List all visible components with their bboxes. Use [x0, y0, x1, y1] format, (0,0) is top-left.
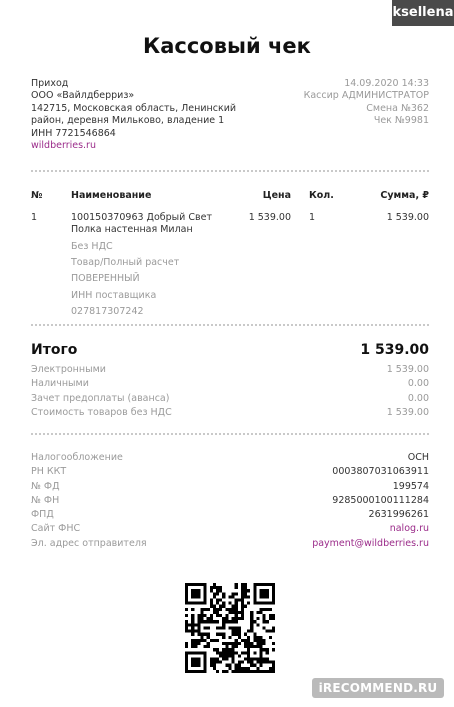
qr-code: [185, 583, 275, 673]
fiscal-info: Налогообложение ОСН РН ККТ 0003807031063…: [31, 452, 429, 552]
fns-site-link[interactable]: nalog.ru: [390, 523, 429, 534]
watermark: iRECOMMEND.RU: [312, 678, 444, 698]
fiscal-row-fns-site: Сайт ФНС nalog.ru: [31, 523, 429, 537]
company-name: ООО «Вайлдберриз»: [31, 90, 135, 102]
address-line-1: 142715, Московская область, Ленинский: [31, 102, 237, 114]
website-link[interactable]: wildberries.ru: [31, 140, 236, 152]
payment-value: 0.00: [407, 392, 429, 404]
item-name-line-2: Полка настенная Милан: [71, 224, 193, 236]
receipt-number: Чек №9981: [373, 115, 429, 127]
item-name: 100150370963 Добрый Свет Полка настенная…: [71, 212, 212, 237]
cashier: Кассир АДМИНИСТРАТОР: [303, 90, 429, 102]
item-payment-type: Товар/Полный расчет: [71, 257, 180, 269]
item-details: Без НДС Товар/Полный расчет ПОВЕРЕННЫЙ И…: [71, 239, 179, 320]
fiscal-value: 0003807031063911: [332, 466, 429, 478]
company-inn: ИНН 7721546864: [31, 127, 116, 139]
fiscal-value: 9285000100111284: [332, 494, 429, 506]
payment-electronic: Электронными 1 539.00: [31, 364, 429, 378]
fiscal-row-sender-email: Эл. адрес отправителя payment@wildberrie…: [31, 538, 429, 552]
item-supplier-inn-label: ИНН поставщика: [71, 289, 157, 301]
divider: [31, 324, 429, 326]
row-qty: 1: [309, 212, 316, 223]
fiscal-row-taxation: Налогообложение ОСН: [31, 452, 429, 466]
operation-type: Приход: [31, 78, 69, 89]
item-name-line-1: 100150370963 Добрый Свет: [71, 212, 212, 223]
fiscal-label: Эл. адрес отправителя: [31, 537, 147, 549]
payment-value: 1 539.00: [386, 364, 429, 375]
fiscal-row-kkt: РН ККТ 0003807031063911: [31, 466, 429, 480]
item-agent: ПОВЕРЕННЫЙ: [71, 273, 140, 285]
row-num: 1: [31, 212, 38, 223]
fiscal-label: № ФН: [31, 494, 60, 506]
receipt-datetime: 14.09.2020 14:33: [344, 78, 429, 89]
payment-label: Электронными: [31, 364, 106, 375]
row-sum: 1 539.00: [386, 212, 429, 223]
col-header-qty: Кол.: [309, 190, 334, 201]
fiscal-label: Сайт ФНС: [31, 523, 81, 535]
fiscal-label: РН ККТ: [31, 466, 67, 478]
payment-no-vat: Стоимость товаров без НДС 1 539.00: [31, 407, 429, 421]
divider: [31, 433, 429, 435]
total-value: 1 539.00: [360, 342, 429, 358]
sender-email-link[interactable]: payment@wildberries.ru: [312, 538, 429, 549]
fiscal-label: Налогообложение: [31, 452, 123, 463]
receipt-meta: 14.09.2020 14:33 Кассир АДМИНИСТРАТОР См…: [304, 78, 429, 128]
payment-label: Стоимость товаров без НДС: [31, 406, 172, 418]
username-tag: ksellena: [392, 0, 454, 26]
receipt-title: Кассовый чек: [143, 34, 311, 58]
payment-cash: Наличными 0.00: [31, 378, 429, 392]
shift-number: Смена №362: [366, 102, 429, 114]
fiscal-value: ОСН: [407, 452, 429, 463]
col-header-price: Цена: [262, 190, 291, 201]
fiscal-row-fn: № ФН 9285000100111284: [31, 495, 429, 509]
row-price: 1 539.00: [248, 212, 291, 223]
seller-info: Приход ООО «Вайлдберриз» 142715, Московс…: [31, 78, 236, 152]
item-vat: Без НДС: [71, 241, 113, 252]
total-label: Итого: [31, 342, 78, 358]
address-line-2: район, деревня Мильково, владение 1: [31, 115, 225, 127]
fiscal-label: № ФД: [31, 480, 60, 492]
fiscal-row-fd: № ФД 199574: [31, 481, 429, 495]
payment-label: Наличными: [31, 378, 89, 390]
col-header-num: №: [31, 190, 43, 201]
fiscal-value: 2631996261: [368, 509, 429, 521]
col-header-sum: Сумма, ₽: [380, 190, 429, 201]
payment-prepayment: Зачет предоплаты (аванса) 0.00: [31, 393, 429, 407]
payments-list: Электронными 1 539.00 Наличными 0.00 Зач…: [31, 364, 429, 421]
payment-value: 0.00: [407, 378, 429, 390]
fiscal-label: ФПД: [31, 509, 54, 521]
fiscal-value: 199574: [392, 480, 429, 492]
payment-label: Зачет предоплаты (аванса): [31, 392, 170, 404]
fiscal-row-fpd: ФПД 2631996261: [31, 509, 429, 523]
col-header-name: Наименование: [71, 190, 152, 201]
item-supplier-inn: 027817307242: [71, 305, 144, 317]
divider: [31, 170, 429, 172]
payment-value: 1 539.00: [386, 406, 429, 418]
